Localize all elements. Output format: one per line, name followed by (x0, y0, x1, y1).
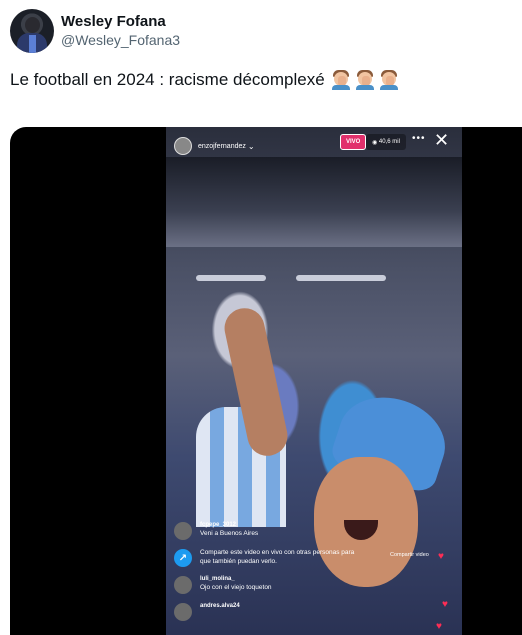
ceiling-light (296, 275, 386, 281)
comment-avatar (174, 576, 192, 594)
heart-icon: ♥ (436, 621, 442, 632)
chevron-down-icon[interactable]: ⌄ (248, 142, 255, 151)
ceiling-light (196, 275, 266, 281)
viewer-count-value: 40,6 mil (378, 139, 400, 145)
list-item: luli_molina_ Ojo con el viejo toqueton (174, 575, 454, 594)
live-badge: VIVO (340, 134, 367, 150)
comment-user: fcpepe_3012 (200, 522, 237, 528)
author-avatar[interactable] (10, 9, 54, 53)
instagram-live-frame: enzojfernandez ⌄ VIVO ◉ 40,6 mil ••• ✕ f… (166, 127, 462, 635)
emoji-group (331, 70, 403, 90)
bus-ceiling (166, 157, 462, 247)
video-player[interactable]: enzojfernandez ⌄ VIVO ◉ 40,6 mil ••• ✕ f… (10, 127, 522, 635)
comment-user: andres.alva24 (200, 603, 240, 609)
ig-username[interactable]: enzojfernandez (198, 143, 246, 150)
comment-avatar (174, 603, 192, 621)
list-item: fcpepe_3012 Veni a Buenos Aires (174, 521, 454, 540)
live-comments: fcpepe_3012 Veni a Buenos Aires ↗ Compar… (174, 521, 454, 629)
close-icon[interactable]: ✕ (434, 131, 449, 149)
more-options-icon[interactable]: ••• (412, 133, 426, 144)
tweet-body: Le football en 2024 : racisme décomplexé (10, 68, 403, 92)
comment-avatar (174, 522, 192, 540)
tweet-header: Wesley Fofana @Wesley_Fofana3 (10, 9, 180, 53)
comment-user: luli_molina_ (200, 576, 235, 582)
eye-icon: ◉ (372, 139, 379, 146)
man-facepalming-icon (379, 70, 399, 90)
comment-text: Veni a Buenos Aires (200, 530, 259, 537)
author-handle[interactable]: @Wesley_Fofana3 (61, 31, 180, 50)
list-item: andres.alva24 (174, 602, 454, 621)
list-item: ↗ Comparte este video en vivo con otras … (174, 548, 454, 567)
author-display-name[interactable]: Wesley Fofana (61, 12, 180, 31)
share-icon: ↗ (174, 549, 192, 567)
share-prompt: Comparte este video en vivo con otras pe… (200, 549, 355, 565)
author-names: Wesley Fofana @Wesley_Fofana3 (61, 12, 180, 50)
tweet-text: Le football en 2024 : racisme décomplexé (10, 70, 325, 89)
man-facepalming-icon (331, 70, 351, 90)
heart-icon: ♥ (438, 551, 444, 562)
viewer-count: ◉ 40,6 mil (366, 134, 406, 150)
comment-text: Ojo con el viejo toqueton (200, 584, 272, 591)
man-facepalming-icon (355, 70, 375, 90)
heart-icon: ♥ (442, 599, 448, 610)
share-video-button[interactable]: Compartir video (390, 552, 429, 558)
ig-avatar[interactable] (174, 137, 192, 155)
